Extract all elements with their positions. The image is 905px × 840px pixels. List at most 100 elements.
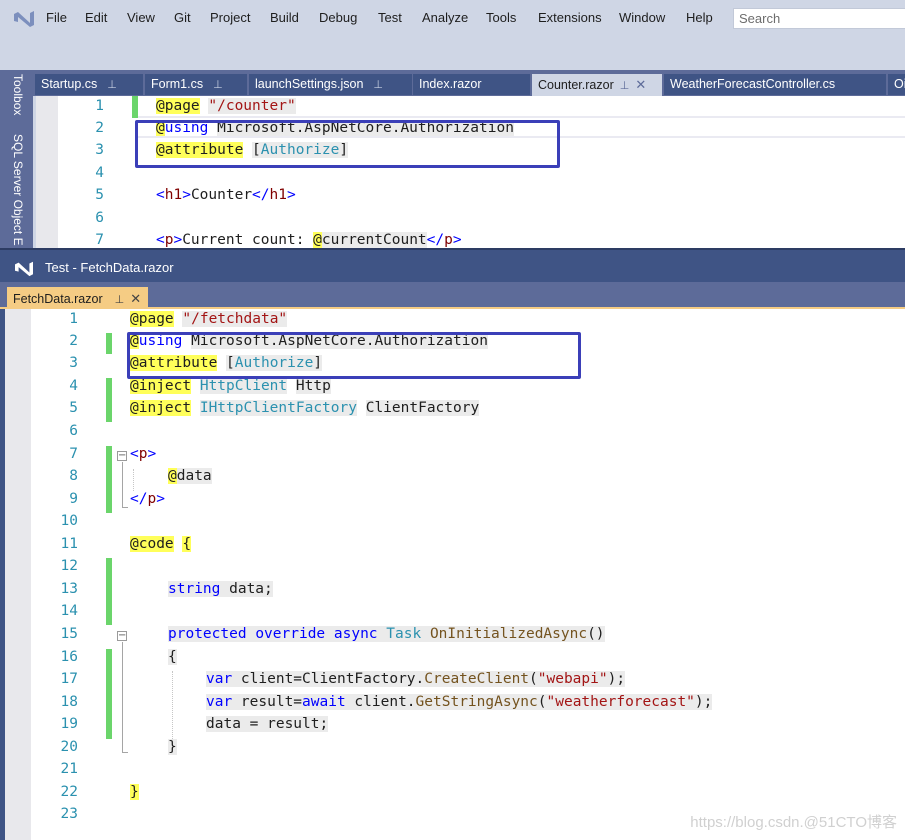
tab-index-razor[interactable]: Index.razor bbox=[413, 74, 530, 95]
tab-label: Counter.razor bbox=[538, 78, 614, 92]
code-line-18: var result=await client.GetStringAsync("… bbox=[206, 694, 713, 710]
menu-extensions[interactable]: Extensions bbox=[538, 10, 602, 25]
watermark: https://blog.csdn.@51CTO博客 bbox=[690, 814, 897, 831]
line-number: 10 bbox=[60, 513, 78, 529]
line-number: 7 bbox=[69, 446, 78, 462]
change-marker bbox=[106, 649, 112, 739]
pin-icon[interactable]: ⊥ bbox=[213, 79, 223, 91]
toolbox-tab[interactable]: Toolbox bbox=[11, 74, 25, 115]
menu-analyze[interactable]: Analyze bbox=[422, 10, 468, 25]
menu-view[interactable]: View bbox=[127, 10, 155, 25]
code-line-17: var client=ClientFactory.CreateClient("w… bbox=[206, 671, 626, 687]
annotation-highlight-box bbox=[127, 332, 581, 379]
code-line-20: } bbox=[168, 739, 177, 755]
change-marker bbox=[106, 558, 112, 625]
line-number: 19 bbox=[60, 716, 78, 732]
code-line-13: string data; bbox=[168, 581, 273, 597]
menu-test[interactable]: Test bbox=[378, 10, 402, 25]
code-line-7: <p> bbox=[130, 446, 157, 462]
line-number: 8 bbox=[69, 468, 78, 484]
tab-weatherforecastcontroller-cs[interactable]: WeatherForecastController.cs bbox=[664, 74, 886, 95]
line-number: 20 bbox=[60, 739, 78, 755]
line-number: 1 bbox=[69, 311, 78, 327]
code-line-9: </p> bbox=[130, 491, 165, 507]
sql-server-explorer-tab[interactable]: SQL Server Object E bbox=[11, 134, 25, 246]
floating-window-title: Test - FetchData.razor bbox=[45, 260, 174, 275]
line-number: 9 bbox=[69, 491, 78, 507]
pin-icon[interactable]: ⊥ bbox=[115, 294, 125, 306]
code-line-8: @data bbox=[168, 468, 212, 484]
line-number: 5 bbox=[95, 187, 104, 203]
fold-guide bbox=[122, 642, 123, 753]
tab-label: WeatherForecastController.cs bbox=[670, 77, 836, 91]
side-tool-rail: Toolbox SQL Server Object E bbox=[0, 70, 33, 248]
line-number: 15 bbox=[60, 626, 78, 642]
code-line-1: @page "/counter" bbox=[156, 98, 296, 114]
code-line-7: <p>Current count: @currentCount</p> bbox=[156, 232, 462, 248]
menu-help[interactable]: Help bbox=[686, 10, 713, 25]
tab-fetchdata-razor[interactable]: FetchData.razor ⊥ ✕ bbox=[7, 287, 148, 309]
code-line-1: @page "/fetchdata" bbox=[130, 311, 288, 327]
tab-form1-cs[interactable]: Form1.cs ⊥ bbox=[145, 74, 247, 95]
menu-debug[interactable]: Debug bbox=[319, 10, 357, 25]
line-number: 4 bbox=[69, 378, 78, 394]
pin-icon[interactable]: ⊥ bbox=[620, 80, 630, 92]
tab-label: Index.razor bbox=[419, 77, 482, 91]
change-marker bbox=[106, 446, 112, 513]
code-line-19: data = result; bbox=[206, 716, 329, 732]
menu-window[interactable]: Window bbox=[619, 10, 665, 25]
tab-label: Oi bbox=[894, 77, 905, 91]
floating-window-titlebar[interactable]: Test - FetchData.razor bbox=[0, 248, 905, 282]
code-line-11: @code { bbox=[130, 536, 192, 552]
close-icon[interactable]: ✕ bbox=[635, 77, 646, 92]
line-number: 5 bbox=[69, 400, 78, 416]
fold-guide bbox=[122, 507, 128, 508]
tab-counter-razor[interactable]: Counter.razor ⊥ ✕ bbox=[532, 74, 662, 96]
toolbar: ⋮ ◀ ▼ ▶ 🗋 ▼ ▰ ■ ▞ ↶ ▼ ↷ ▼ Debug ▼ Any CP… bbox=[0, 36, 905, 96]
counter-editor[interactable]: 1 2 3 4 5 6 7 @page "/counter" @using Mi… bbox=[36, 96, 905, 248]
visual-studio-logo-icon bbox=[14, 11, 34, 27]
line-number: 17 bbox=[60, 671, 78, 687]
tab-startup-cs[interactable]: Startup.cs ⊥ bbox=[35, 74, 143, 95]
change-marker bbox=[106, 333, 112, 354]
menu-edit[interactable]: Edit bbox=[85, 10, 107, 25]
pin-icon[interactable]: ⊥ bbox=[373, 79, 383, 91]
code-line-15: protected override async Task OnInitiali… bbox=[168, 626, 605, 642]
line-number: 13 bbox=[60, 581, 78, 597]
line-number: 2 bbox=[69, 333, 78, 349]
collapse-region-icon[interactable]: − bbox=[117, 451, 127, 461]
pin-icon[interactable]: ⊥ bbox=[107, 79, 117, 91]
search-input[interactable]: Search bbox=[733, 8, 905, 29]
tab-label: launchSettings.json bbox=[255, 77, 364, 91]
menu-build[interactable]: Build bbox=[270, 10, 299, 25]
menu-project[interactable]: Project bbox=[210, 10, 250, 25]
line-number: 7 bbox=[95, 232, 104, 248]
tab-launchsettings-json[interactable]: launchSettings.json ⊥ bbox=[249, 74, 412, 95]
code-line-5: <h1>Counter</h1> bbox=[156, 187, 296, 203]
tab-label: FetchData.razor bbox=[13, 292, 103, 306]
fold-guide bbox=[122, 752, 128, 753]
code-line-16: { bbox=[168, 649, 177, 665]
line-number: 6 bbox=[69, 423, 78, 439]
line-number: 23 bbox=[60, 806, 78, 822]
line-number: 3 bbox=[95, 142, 104, 158]
editor-gutter bbox=[36, 96, 58, 248]
tab-overflow[interactable]: Oi bbox=[888, 74, 905, 95]
code-line-5: @inject IHttpClientFactory ClientFactory bbox=[130, 400, 480, 416]
code-area: 1 2 3 4 5 6 7 8 9 10 11 12 13 14 15 16 1… bbox=[0, 309, 905, 840]
annotation-highlight-box bbox=[135, 120, 560, 168]
line-number: 16 bbox=[60, 649, 78, 665]
menu-file[interactable]: File bbox=[46, 10, 67, 25]
close-icon[interactable]: ✕ bbox=[130, 291, 141, 306]
menu-tools[interactable]: Tools bbox=[486, 10, 516, 25]
code-line-4: @inject HttpClient Http bbox=[130, 378, 331, 394]
line-number: 1 bbox=[95, 98, 104, 114]
line-number: 12 bbox=[60, 558, 78, 574]
line-number: 6 bbox=[95, 210, 104, 226]
line-number: 22 bbox=[60, 784, 78, 800]
visual-studio-logo-icon bbox=[15, 261, 33, 277]
menu-git[interactable]: Git bbox=[174, 10, 191, 25]
line-number: 2 bbox=[95, 120, 104, 136]
line-number: 18 bbox=[60, 694, 78, 710]
collapse-method-icon[interactable]: − bbox=[117, 631, 127, 641]
